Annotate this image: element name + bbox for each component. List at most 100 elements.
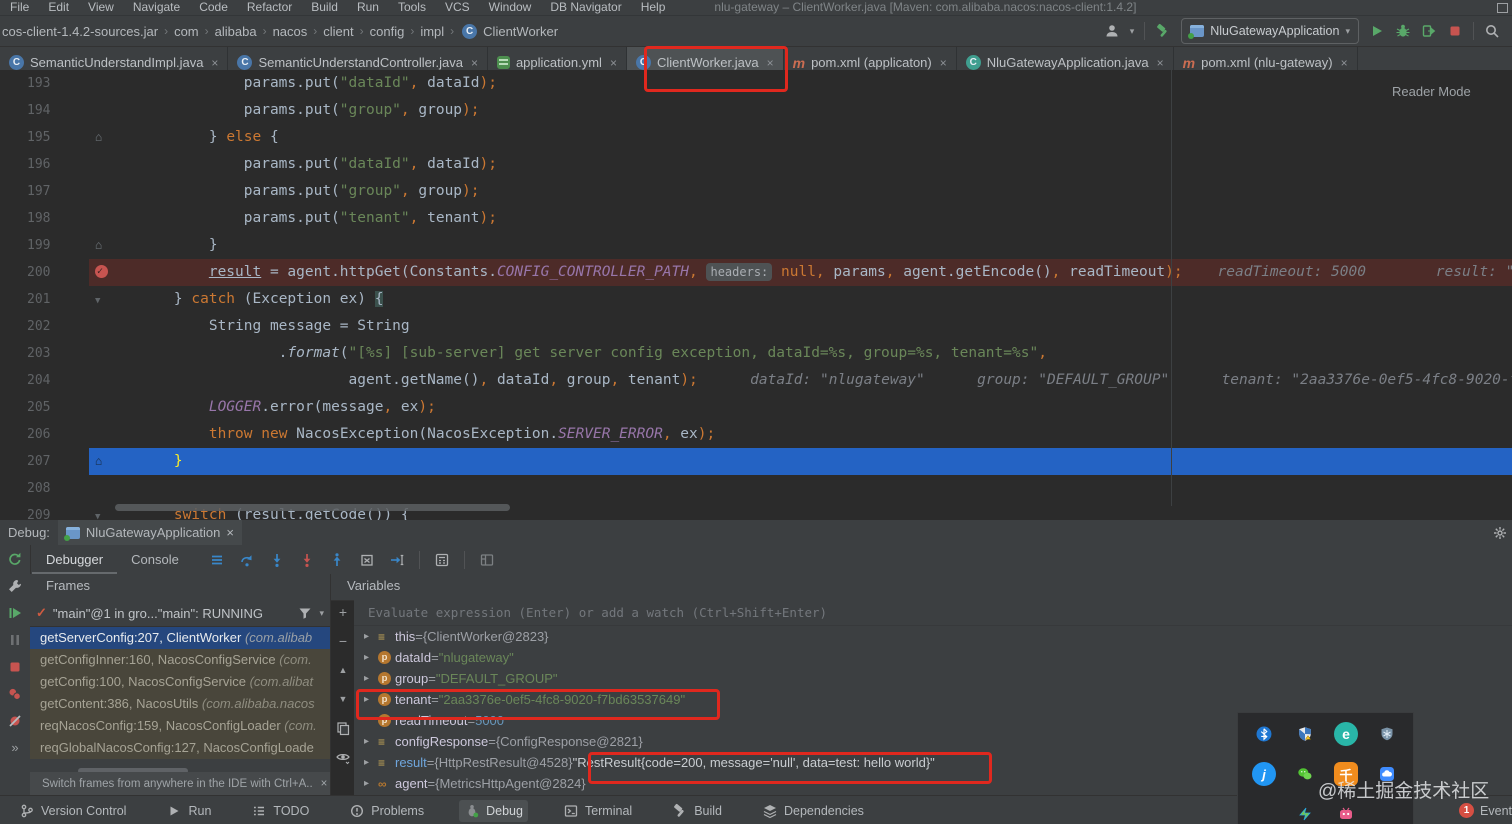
close-icon[interactable]: × bbox=[211, 56, 218, 70]
breadcrumb-item[interactable]: cos-client-1.4.2-sources.jar bbox=[0, 22, 160, 41]
more-chevrons-icon[interactable]: » bbox=[11, 740, 18, 755]
expand-chevron-icon[interactable]: ▸ bbox=[364, 631, 378, 642]
force-step-into-icon[interactable] bbox=[299, 552, 315, 568]
line-number[interactable]: 201 bbox=[0, 286, 89, 313]
menu-window[interactable]: Window bbox=[489, 0, 532, 14]
line-number[interactable]: 209 bbox=[0, 502, 89, 520]
close-icon[interactable]: × bbox=[610, 56, 617, 70]
reader-mode-label[interactable]: Reader Mode bbox=[1392, 84, 1471, 99]
settings-wrench-icon[interactable] bbox=[7, 578, 23, 594]
line-number[interactable]: 196 bbox=[0, 151, 89, 178]
menu-tools[interactable]: Tools bbox=[398, 0, 426, 14]
statusbar-terminal[interactable]: Terminal bbox=[558, 800, 637, 822]
expand-chevron-icon[interactable]: ▸ bbox=[364, 757, 378, 768]
breadcrumb-item[interactable]: client bbox=[321, 22, 355, 41]
stack-frame[interactable]: reqNacosConfig:159, NacosConfigLoader (c… bbox=[30, 715, 330, 737]
variable-row-group[interactable]: ▸ p group = "DEFAULT_GROUP" bbox=[354, 668, 1512, 689]
flash-icon[interactable] bbox=[1292, 801, 1318, 824]
expand-chevron-icon[interactable]: ▸ bbox=[364, 652, 378, 663]
eye-icon[interactable] bbox=[335, 749, 351, 765]
statusbar-run[interactable]: Run bbox=[161, 800, 216, 822]
rerun-icon[interactable] bbox=[7, 551, 23, 567]
step-into-icon[interactable] bbox=[269, 552, 285, 568]
close-icon[interactable]: × bbox=[1341, 56, 1348, 70]
menu-code[interactable]: Code bbox=[199, 0, 228, 14]
breakpoint-icon[interactable] bbox=[95, 258, 108, 285]
user-icon[interactable] bbox=[1104, 23, 1120, 39]
line-number[interactable]: 204 bbox=[0, 367, 89, 394]
line-number[interactable]: 208 bbox=[0, 475, 89, 502]
menu-db-navigator[interactable]: DB Navigator bbox=[550, 0, 621, 14]
run-button[interactable] bbox=[1369, 23, 1385, 39]
menu-edit[interactable]: Edit bbox=[48, 0, 69, 14]
variable-row-tenant[interactable]: ▸ p tenant = "2aa3376e-0ef5-4fc8-9020-f7bd… bbox=[354, 689, 1512, 710]
statusbar-problems[interactable]: Problems bbox=[344, 800, 429, 822]
fold-arrow-icon[interactable]: ▼ bbox=[95, 296, 100, 306]
breadcrumb-item[interactable]: com bbox=[172, 22, 201, 41]
close-icon[interactable]: × bbox=[1157, 56, 1164, 70]
line-number[interactable]: 202 bbox=[0, 313, 89, 340]
fold-marker-icon[interactable]: ⌂ bbox=[95, 130, 102, 144]
tab-debugger[interactable]: Debugger bbox=[32, 545, 117, 574]
down-icon[interactable]: ▼ bbox=[335, 691, 351, 707]
stop-button[interactable] bbox=[1447, 23, 1463, 39]
stack-frame[interactable]: getServerConfig:207, ClientWorker (com.a… bbox=[30, 627, 330, 649]
variable-row-dataId[interactable]: ▸ p dataId = "nlugateway" bbox=[354, 647, 1512, 668]
line-number[interactable]: 206 bbox=[0, 421, 89, 448]
coverage-button[interactable] bbox=[1421, 23, 1437, 39]
line-number[interactable]: 205 bbox=[0, 394, 89, 421]
close-icon[interactable]: × bbox=[767, 56, 774, 70]
hamburger-icon[interactable] bbox=[209, 552, 225, 568]
line-number[interactable]: 194 bbox=[0, 97, 89, 124]
statusbar-todo[interactable]: TODO bbox=[246, 800, 314, 822]
statusbar-build[interactable]: Build bbox=[667, 800, 727, 822]
shield-icon[interactable] bbox=[1374, 721, 1400, 747]
stop-icon[interactable] bbox=[7, 659, 23, 675]
run-config-select[interactable]: NluGatewayApplication ▾ bbox=[1181, 18, 1359, 44]
step-out-icon[interactable] bbox=[329, 552, 345, 568]
debug-button[interactable] bbox=[1395, 23, 1411, 39]
line-number[interactable]: 197 bbox=[0, 178, 89, 205]
build-hammer-icon[interactable] bbox=[1155, 23, 1171, 39]
breadcrumb-item[interactable]: config bbox=[368, 22, 407, 41]
pause-icon[interactable] bbox=[7, 632, 23, 648]
breadcrumb-item[interactable]: impl bbox=[418, 22, 446, 41]
step-over-icon[interactable] bbox=[239, 552, 255, 568]
debug-session-tab[interactable]: NluGatewayApplication × bbox=[57, 520, 242, 545]
expand-chevron-icon[interactable]: ▸ bbox=[364, 694, 378, 705]
drop-frame-icon[interactable] bbox=[359, 552, 375, 568]
line-number[interactable]: 203 bbox=[0, 340, 89, 367]
eset-icon[interactable]: e bbox=[1333, 721, 1359, 747]
stack-frame[interactable]: getContent:386, NacosUtils (com.alibaba.… bbox=[30, 693, 330, 715]
menu-help[interactable]: Help bbox=[641, 0, 666, 14]
resume-icon[interactable] bbox=[7, 605, 23, 621]
expand-chevron-icon[interactable]: ▸ bbox=[364, 778, 378, 789]
window-restore-icon[interactable] bbox=[1497, 2, 1508, 13]
view-breakpoints-icon[interactable] bbox=[7, 686, 23, 702]
menu-view[interactable]: View bbox=[88, 0, 114, 14]
statusbar-dependencies[interactable]: Dependencies bbox=[757, 800, 869, 822]
menu-run[interactable]: Run bbox=[357, 0, 379, 14]
stack-frame[interactable]: getConfigInner:160, NacosConfigService (… bbox=[30, 649, 330, 671]
code-editor[interactable]: 193 params.put("dataId", dataId); 194 par… bbox=[0, 70, 1512, 520]
messenger-icon[interactable]: j bbox=[1251, 761, 1277, 787]
tab-console[interactable]: Console bbox=[117, 545, 193, 574]
menu-file[interactable]: File bbox=[10, 0, 29, 14]
fold-arrow-icon[interactable]: ▼ bbox=[95, 512, 100, 520]
line-number[interactable]: 198 bbox=[0, 205, 89, 232]
stack-frame[interactable]: getConfig:100, NacosConfigService (com.a… bbox=[30, 671, 330, 693]
menu-build[interactable]: Build bbox=[311, 0, 338, 14]
statusbar-version-control[interactable]: Version Control bbox=[14, 800, 131, 822]
expand-chevron-icon[interactable]: ▸ bbox=[364, 736, 378, 747]
breadcrumb-item[interactable]: ClientWorker bbox=[481, 22, 560, 41]
horizontal-scrollbar[interactable] bbox=[115, 504, 510, 511]
event-indicator[interactable]: 1 Event bbox=[1459, 803, 1512, 818]
line-number[interactable]: 207 bbox=[0, 448, 89, 475]
robot-icon[interactable] bbox=[1333, 801, 1359, 824]
menu-navigate[interactable]: Navigate bbox=[133, 0, 180, 14]
variable-row-this[interactable]: ▸ ≡ this = {ClientWorker@2823} bbox=[354, 626, 1512, 647]
defender-icon[interactable] bbox=[1292, 721, 1318, 747]
menu-vcs[interactable]: VCS bbox=[445, 0, 470, 14]
statusbar-debug[interactable]: Debug bbox=[459, 799, 528, 822]
line-number[interactable]: 193 bbox=[0, 70, 89, 97]
